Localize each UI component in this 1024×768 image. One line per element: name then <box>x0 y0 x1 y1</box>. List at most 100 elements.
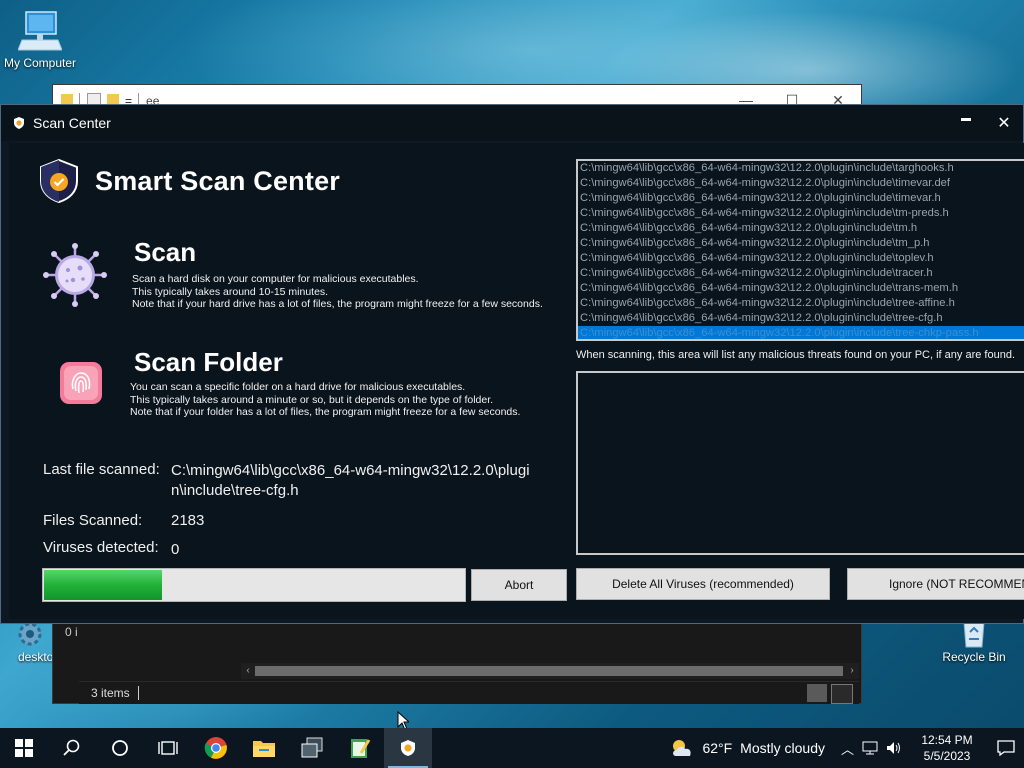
list-item[interactable]: C:\mingw64\lib\gcc\x86_64-w64-mingw32\12… <box>578 221 1024 236</box>
last-file-path-line: n\include\tree-cfg.h <box>171 482 299 499</box>
scroll-right-icon[interactable]: › <box>845 663 859 679</box>
scroll-left-icon[interactable]: ‹ <box>241 663 255 679</box>
list-item[interactable]: C:\mingw64\lib\gcc\x86_64-w64-mingw32\12… <box>578 236 1024 251</box>
window-title: Scan Center <box>33 115 111 131</box>
search-button[interactable] <box>48 728 96 768</box>
computer-icon <box>18 11 62 51</box>
progress-fill <box>44 570 163 600</box>
clock-time: 12:54 PM <box>921 733 973 747</box>
clock-date: 5/5/2023 <box>923 749 971 763</box>
list-item[interactable]: C:\mingw64\lib\gcc\x86_64-w64-mingw32\12… <box>578 176 1024 191</box>
cortana-circle-icon <box>112 740 128 756</box>
notification-icon <box>997 740 1015 756</box>
scan-center-window[interactable]: Scan Center ▬ ✕ Smart Scan Center Scan S… <box>0 104 1024 624</box>
scan-folder-title[interactable]: Scan Folder <box>134 347 283 378</box>
horizontal-scrollbar[interactable]: ‹ › <box>241 663 859 679</box>
list-item[interactable]: C:\mingw64\lib\gcc\x86_64-w64-mingw32\12… <box>578 311 1024 326</box>
scan-folder-desc-line: You can scan a specific folder on a hard… <box>130 381 466 393</box>
details-view-icon[interactable] <box>807 684 827 702</box>
last-file-path-line: C:\mingw64\lib\gcc\x86_64-w64-mingw32\12… <box>171 462 530 479</box>
scan-center-titlebar[interactable]: Scan Center ▬ ✕ <box>1 105 1023 141</box>
scan-folder-desc-line: Note that if your folder has a lot of fi… <box>130 406 521 418</box>
cortana-button[interactable] <box>96 728 144 768</box>
chevron-up-icon[interactable]: ︿ <box>841 739 854 758</box>
scrollbar-thumb[interactable] <box>255 666 843 676</box>
list-item[interactable]: C:\mingw64\lib\gcc\x86_64-w64-mingw32\12… <box>578 251 1024 266</box>
scan-desc-line: Scan a hard disk on your computer for ma… <box>132 273 419 285</box>
app-shield-icon <box>14 117 24 129</box>
threats-list[interactable] <box>576 371 1024 555</box>
list-item[interactable]: C:\mingw64\lib\gcc\x86_64-w64-mingw32\12… <box>578 296 1024 311</box>
search-icon <box>63 739 80 756</box>
taskbar-notepad[interactable] <box>336 728 384 768</box>
desktop-icon-label: deskto <box>18 650 54 664</box>
files-scanned-value: 2183 <box>171 512 205 529</box>
weather-condition: Mostly cloudy <box>740 740 825 756</box>
task-view-button[interactable] <box>144 728 192 768</box>
close-button[interactable]: ✕ <box>985 113 1023 133</box>
desktop-icon-label: Recycle Bin <box>942 650 1006 664</box>
divider <box>137 686 139 700</box>
network-icon[interactable] <box>862 741 878 755</box>
task-view-icon <box>158 741 178 755</box>
taskbar: 62°F Mostly cloudy ︿ 12:54 PM 5/5/2023 <box>0 728 1024 768</box>
notification-center-button[interactable] <box>988 740 1024 756</box>
minimize-button[interactable]: ▬ <box>947 113 985 133</box>
chrome-icon <box>204 737 227 759</box>
desktop-icon-my-computer[interactable]: My Computer <box>0 10 80 70</box>
scan-folder-option[interactable]: Scan Folder You can scan a specific fold… <box>43 347 573 431</box>
weather-temperature: 62°F <box>702 740 733 756</box>
list-item[interactable]: C:\mingw64\lib\gcc\x86_64-w64-mingw32\12… <box>578 161 1024 176</box>
scan-progress-bar <box>42 568 466 602</box>
scan-folder-desc-line: This typically takes around a minute or … <box>130 393 494 406</box>
scan-desc-line: Note that if your hard drive has a lot o… <box>132 298 543 310</box>
list-item[interactable]: C:\mingw64\lib\gcc\x86_64-w64-mingw32\12… <box>578 206 1024 221</box>
viruses-detected-value: 0 <box>171 541 180 558</box>
viruses-detected-label: Viruses detected: <box>43 539 159 556</box>
scan-title[interactable]: Scan <box>134 237 196 268</box>
scan-folder-description: You can scan a specific folder on a hard… <box>130 381 520 419</box>
list-item[interactable]: C:\mingw64\lib\gcc\x86_64-w64-mingw32\12… <box>578 281 1024 296</box>
nav-pane-count: 0 i <box>65 625 78 639</box>
scan-desc-line: This typically takes around 10-15 minute… <box>132 285 329 298</box>
list-item[interactable]: C:\mingw64\lib\gcc\x86_64-w64-mingw32\12… <box>578 191 1024 206</box>
taskbar-file-explorer[interactable] <box>240 728 288 768</box>
taskbar-chrome[interactable] <box>192 728 240 768</box>
scanned-files-list[interactable]: C:\mingw64\lib\gcc\x86_64-w64-mingw32\12… <box>576 159 1024 341</box>
delete-all-viruses-button[interactable]: Delete All Viruses (recommended) <box>576 568 830 600</box>
notepad-icon <box>351 739 371 758</box>
fingerprint-icon[interactable] <box>59 361 103 405</box>
folder-icon <box>253 741 275 757</box>
last-file-value: C:\mingw64\lib\gcc\x86_64-w64-mingw32\12… <box>171 461 530 501</box>
threats-hint: When scanning, this area will list any m… <box>576 349 1016 361</box>
list-item[interactable]: C:\mingw64\lib\gcc\x86_64-w64-mingw32\12… <box>578 266 1024 281</box>
scan-option[interactable]: Scan Scan a hard disk on your computer f… <box>43 237 573 313</box>
cloudy-weather-icon <box>673 740 692 756</box>
files-scanned-label: Files Scanned: <box>43 512 143 529</box>
ignore-button[interactable]: Ignore (NOT RECOMMENDED) <box>847 568 1024 600</box>
taskbar-app-windows[interactable] <box>288 728 336 768</box>
weather-widget[interactable]: 62°F Mostly cloudy <box>670 738 825 758</box>
desktop-icon-desktop[interactable]: deskto <box>4 618 54 664</box>
shield-icon <box>401 740 415 756</box>
abort-button[interactable]: Abort <box>471 569 567 601</box>
desktop-icon-label: My Computer <box>3 56 77 70</box>
status-bar: 3 items <box>79 681 859 704</box>
large-icons-view-icon[interactable] <box>831 684 853 704</box>
taskbar-scan-center[interactable] <box>384 728 432 768</box>
desktop-icon-recycle-bin[interactable]: Recycle Bin <box>934 618 1014 664</box>
clock[interactable]: 12:54 PM 5/5/2023 <box>916 732 978 764</box>
windows-logo-icon <box>15 739 33 757</box>
scan-description: Scan a hard disk on your computer for ma… <box>132 273 543 311</box>
virus-icon[interactable] <box>43 243 107 307</box>
items-count: 3 items <box>91 686 130 700</box>
scan-center-body: Smart Scan Center Scan Scan a hard disk … <box>9 143 1024 619</box>
brand-header: Smart Scan Center <box>39 159 340 203</box>
system-tray: 62°F Mostly cloudy ︿ 12:54 PM 5/5/2023 <box>670 728 1024 768</box>
stacked-windows-icon <box>301 737 323 758</box>
volume-icon[interactable] <box>886 741 902 755</box>
start-button[interactable] <box>0 728 48 768</box>
list-item-selected[interactable]: C:\mingw64\lib\gcc\x86_64-w64-mingw32\12… <box>578 326 1024 339</box>
last-file-label: Last file scanned: <box>43 461 160 478</box>
shield-logo-icon <box>40 159 78 203</box>
